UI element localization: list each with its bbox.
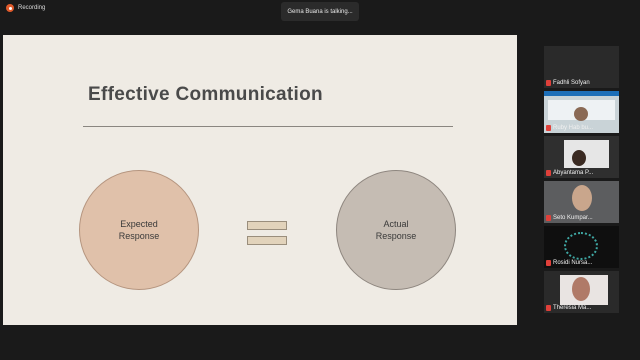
participant-name: Abyantama P... bbox=[553, 170, 594, 176]
slide-title: Effective Communication bbox=[88, 84, 323, 105]
participant-video bbox=[572, 277, 590, 301]
equals-bar-top bbox=[247, 221, 287, 230]
participant-name: Rosidi Nursa... bbox=[553, 260, 593, 266]
mic-off-icon bbox=[546, 80, 551, 86]
participant-name: Ruby Hab bu... bbox=[553, 125, 594, 131]
active-speaker-banner: Gema Buana is talking... bbox=[281, 2, 359, 21]
participant-avatar-graphic bbox=[564, 232, 598, 260]
participant-name-tag: Abyantama P... bbox=[546, 170, 593, 176]
actual-response-circle: Actual Response bbox=[336, 170, 456, 290]
actual-line1: Actual bbox=[383, 219, 409, 229]
recording-indicator[interactable]: Recording bbox=[6, 4, 45, 12]
equals-bar-bottom bbox=[247, 236, 287, 245]
participant-name-tag: Rosidi Nursa... bbox=[546, 260, 592, 266]
participant-tile[interactable]: Fadhli Sofyan bbox=[544, 46, 619, 88]
mic-off-icon bbox=[546, 125, 551, 131]
participant-name-tag: Fadhli Sofyan bbox=[546, 80, 590, 86]
participant-name: Fadhli Sofyan bbox=[553, 80, 590, 86]
participant-name: Seto Kumpar... bbox=[553, 215, 593, 221]
mic-off-icon bbox=[546, 260, 551, 266]
active-speaker-text: Gema Buana is talking... bbox=[287, 8, 353, 15]
participant-tile[interactable]: Rosidi Nursa... bbox=[544, 226, 619, 268]
participant-tile[interactable]: Theresia Ma... bbox=[544, 271, 619, 313]
participant-video bbox=[574, 107, 588, 121]
expected-line2: Response bbox=[118, 231, 160, 241]
title-divider bbox=[83, 126, 453, 127]
participant-gallery: Fadhli Sofyan Ruby Hab bu... Abyantama P… bbox=[544, 46, 619, 314]
participant-tile[interactable]: Abyantama P... bbox=[544, 136, 619, 178]
expected-line1: Expected bbox=[120, 219, 158, 229]
mic-off-icon bbox=[546, 305, 551, 311]
participant-tile[interactable]: Seto Kumpar... bbox=[544, 181, 619, 223]
record-dot-icon bbox=[6, 4, 14, 12]
participant-video bbox=[572, 150, 586, 166]
participant-name-tag: Seto Kumpar... bbox=[546, 215, 593, 221]
actual-line2: Response bbox=[375, 231, 417, 241]
participant-name-tag: Theresia Ma... bbox=[546, 305, 591, 311]
participant-name: Theresia Ma... bbox=[553, 305, 592, 311]
mic-off-icon bbox=[546, 215, 551, 221]
recording-label: Recording bbox=[18, 5, 46, 11]
shared-slide: Effective Communication Expected Respons… bbox=[3, 35, 517, 325]
expected-response-circle: Expected Response bbox=[79, 170, 199, 290]
background-wall bbox=[564, 140, 609, 168]
participant-tile[interactable]: Ruby Hab bu... bbox=[544, 91, 619, 133]
mic-off-icon bbox=[546, 170, 551, 176]
shared-screen-header bbox=[544, 91, 619, 96]
participant-name-tag: Ruby Hab bu... bbox=[546, 125, 593, 131]
participant-video bbox=[572, 185, 592, 211]
